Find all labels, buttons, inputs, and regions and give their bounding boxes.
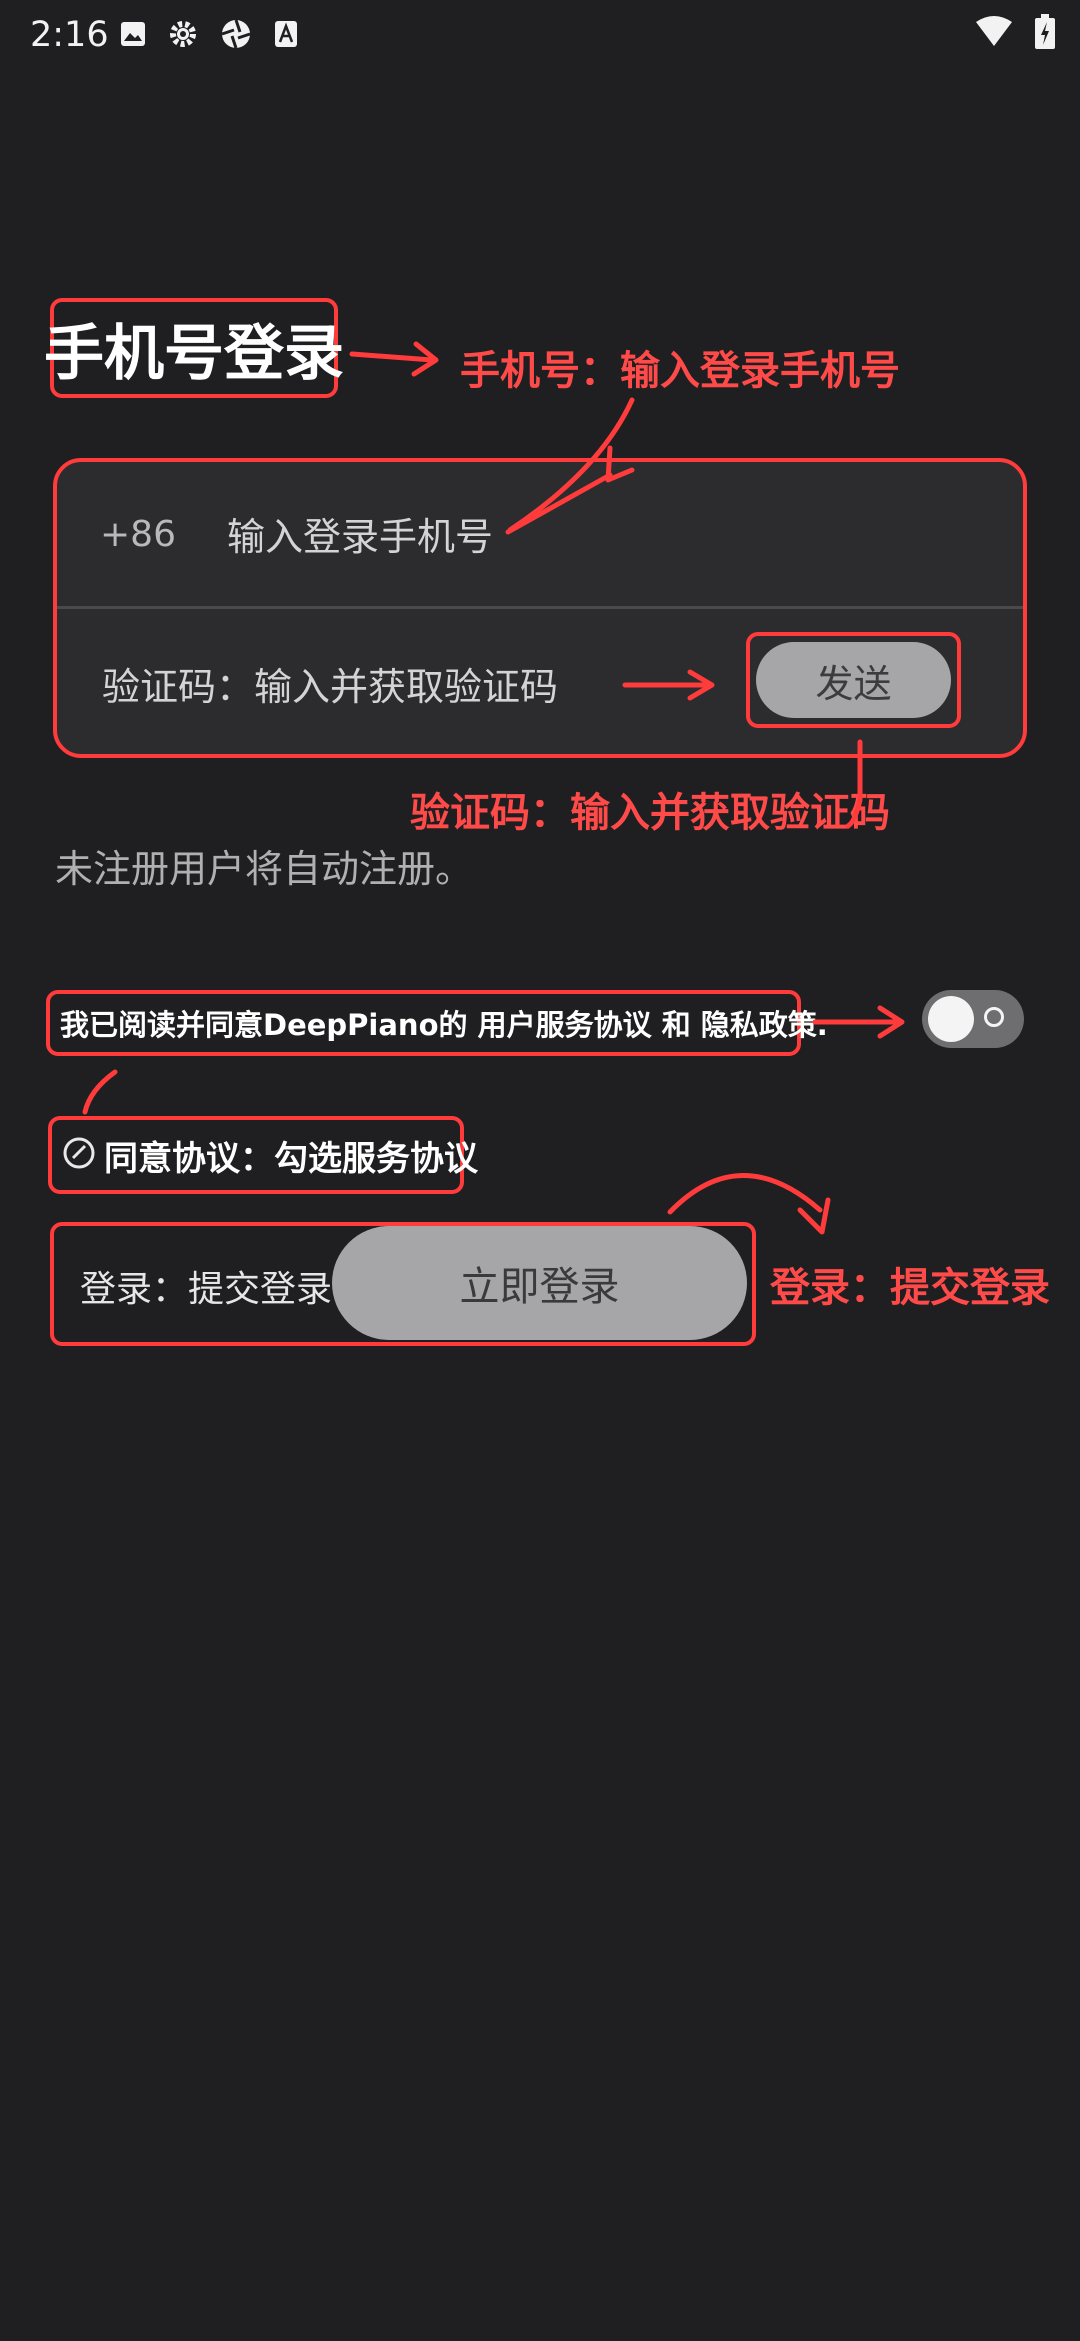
- page-title-box: 手机号登录: [44, 298, 344, 398]
- verification-code-input[interactable]: [100, 658, 564, 716]
- arrow-title-to-note: [349, 351, 435, 363]
- send-code-button[interactable]: 发送: [756, 642, 951, 718]
- agreement-box: 我已阅读并同意DeepPiano的 用户服务协议 和 隐私政策.: [46, 990, 828, 1056]
- toggle-off-indicator: [984, 1007, 1004, 1027]
- auto-register-notice: 未注册用户将自动注册。: [55, 847, 474, 891]
- status-time: 2:16: [30, 15, 109, 55]
- wifi-icon: [976, 16, 1012, 52]
- phone-input[interactable]: [225, 508, 529, 566]
- annotation-code: 验证码：输入并获取验证码: [410, 790, 890, 836]
- login-label: 登录：提交登录: [80, 1269, 333, 1310]
- consent-label: 同意协议：勾选服务协议: [104, 1138, 478, 1179]
- status-right-icons: [976, 14, 1056, 54]
- country-code[interactable]: +86: [100, 510, 176, 560]
- agreement-toggle[interactable]: [922, 990, 1024, 1048]
- toggle-knob: [928, 996, 974, 1042]
- aperture-icon: [220, 18, 252, 54]
- login-button[interactable]: 立即登录: [332, 1226, 747, 1340]
- battery-charging-icon: [1034, 14, 1056, 54]
- agreement-text[interactable]: 我已阅读并同意DeepPiano的 用户服务协议 和 隐私政策.: [60, 1002, 828, 1044]
- gear-icon: [168, 19, 198, 53]
- annotation-phone: 手机号：输入登录手机号: [460, 348, 900, 394]
- image-icon: [120, 21, 146, 51]
- font-icon: [274, 20, 298, 52]
- annotation-submit: 登录：提交登录: [770, 1265, 1050, 1311]
- consent-box[interactable]: 同意协议：勾选服务协议: [48, 1116, 478, 1194]
- status-left-icons: [120, 16, 298, 56]
- form-divider: [57, 606, 1023, 609]
- page-title: 手机号登录: [44, 318, 344, 389]
- check-circle-icon[interactable]: [62, 1136, 96, 1174]
